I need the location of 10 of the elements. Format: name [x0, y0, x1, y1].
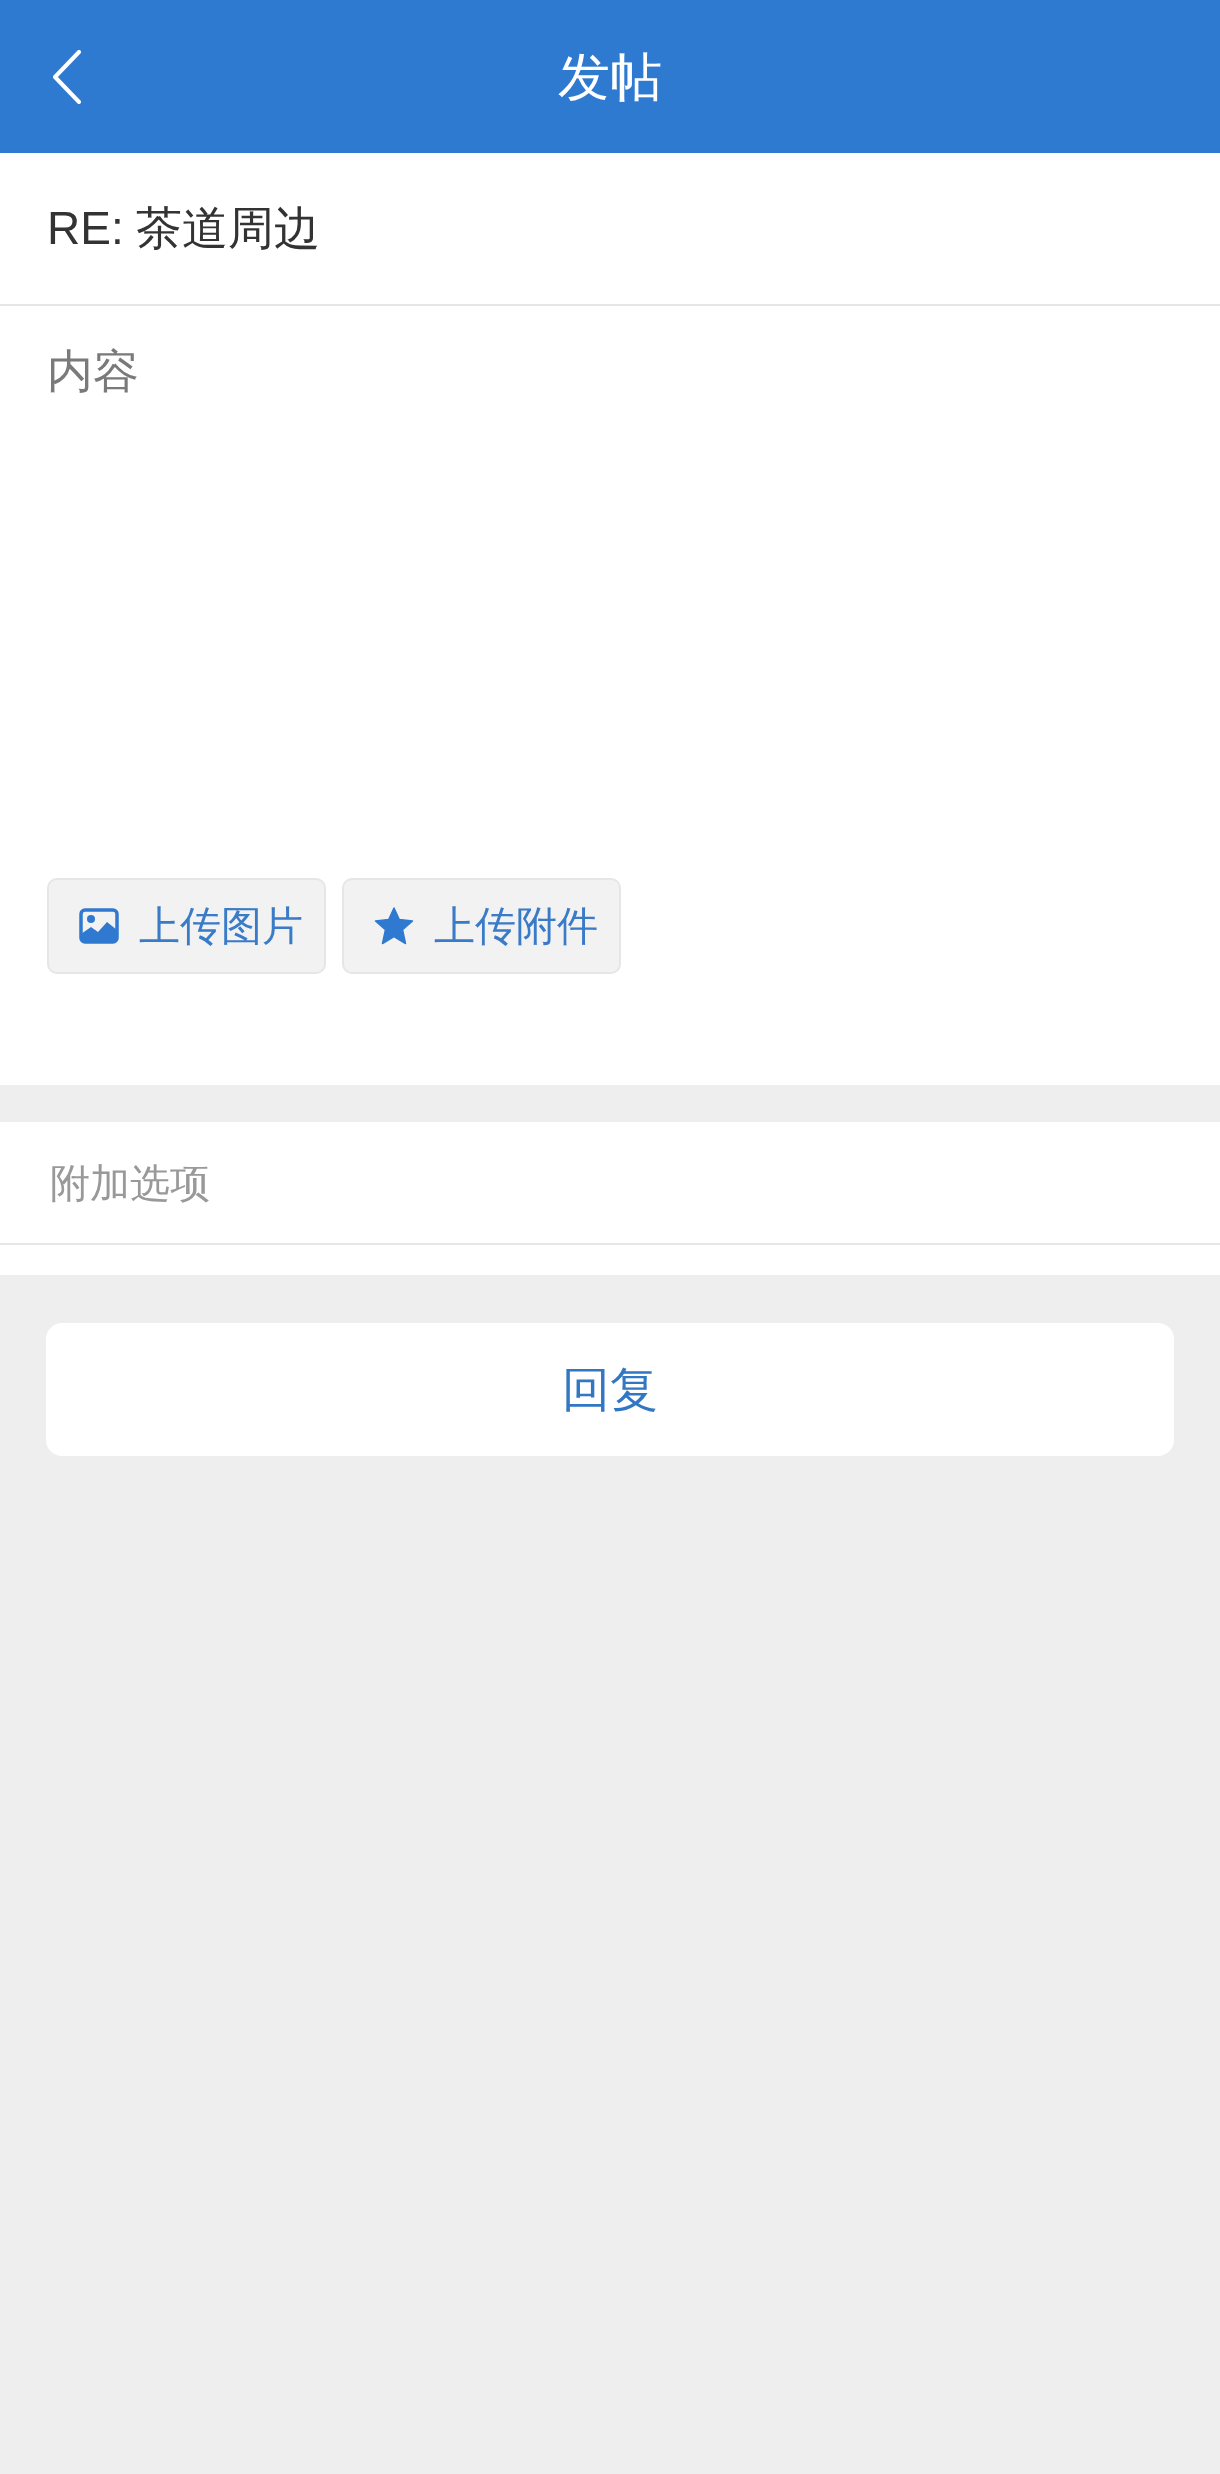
extra-options-row[interactable]: 附加选项	[0, 1122, 1220, 1245]
page-title: 发帖	[558, 50, 662, 103]
reply-button[interactable]: 回复	[46, 1323, 1174, 1456]
image-icon	[79, 908, 119, 944]
back-icon	[52, 50, 82, 104]
star-icon	[374, 907, 414, 945]
subject-field[interactable]: RE: 茶道周边	[0, 153, 1220, 306]
content-field[interactable]: 内容	[0, 306, 1220, 866]
upload-image-button[interactable]: 上传图片	[47, 878, 326, 974]
upload-attachment-button[interactable]: 上传附件	[342, 878, 621, 974]
